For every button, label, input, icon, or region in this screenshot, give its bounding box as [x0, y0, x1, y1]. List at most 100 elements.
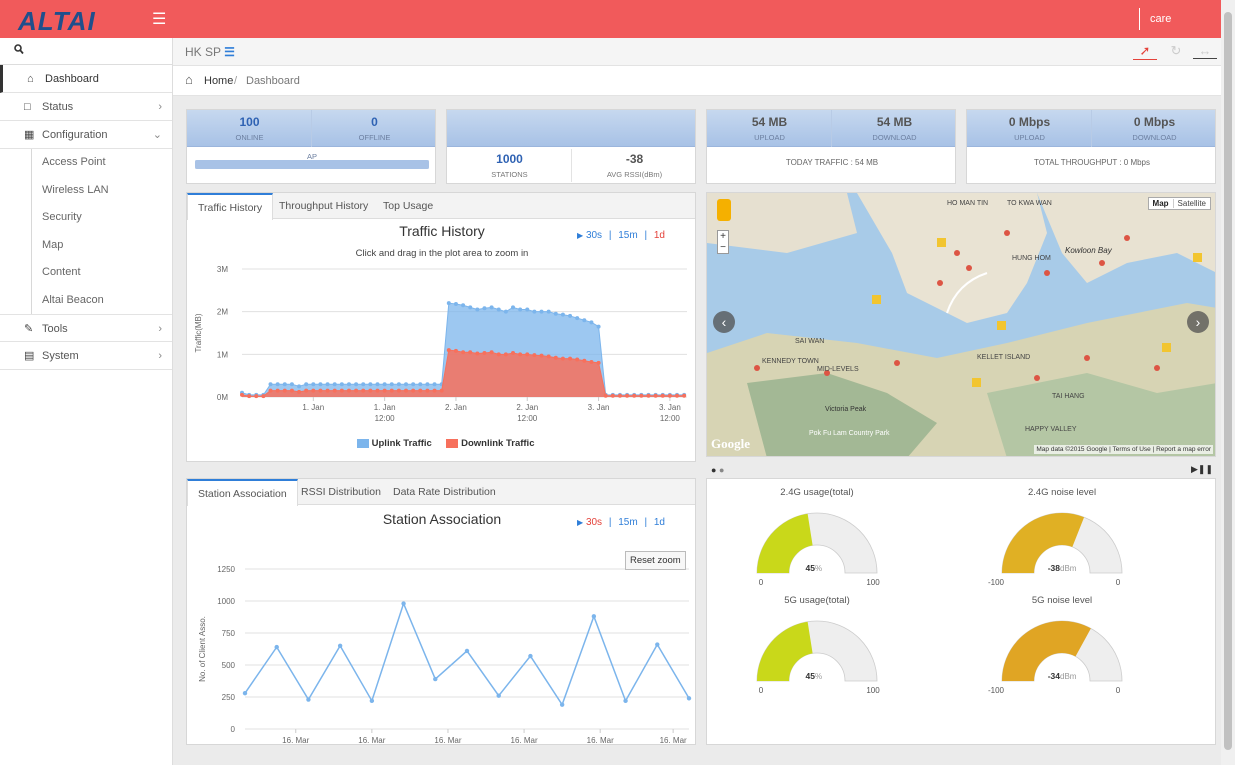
- data-point[interactable]: [369, 698, 375, 704]
- data-point[interactable]: [425, 388, 430, 393]
- range-15m[interactable]: 15m: [618, 230, 637, 241]
- data-point[interactable]: [582, 358, 587, 363]
- data-point[interactable]: [646, 393, 651, 398]
- sidebar-subitem-content[interactable]: Content: [0, 259, 172, 287]
- altai-logo[interactable]: ALTAI: [18, 6, 96, 37]
- sidebar-item-status[interactable]: □ Status ›: [0, 93, 172, 121]
- refresh-icon[interactable]: ↻: [1165, 43, 1187, 59]
- list-icon[interactable]: ☰: [224, 45, 235, 59]
- disconnect-icon[interactable]: ➚: [1133, 43, 1157, 60]
- legend-uplink[interactable]: Uplink Traffic: [372, 438, 432, 449]
- data-point[interactable]: [496, 352, 501, 357]
- data-point[interactable]: [475, 307, 480, 312]
- data-point[interactable]: [396, 388, 401, 393]
- hamburger-menu-icon[interactable]: ☰: [152, 9, 166, 29]
- sidebar-subitem-wireless-lan[interactable]: Wireless LAN: [0, 176, 172, 205]
- data-point[interactable]: [368, 382, 373, 387]
- data-point[interactable]: [528, 653, 533, 659]
- data-point[interactable]: [354, 388, 359, 393]
- data-point[interactable]: [632, 393, 637, 398]
- tab-rssi-distribution[interactable]: RSSI Distribution: [291, 479, 391, 505]
- data-point[interactable]: [404, 382, 409, 387]
- data-point[interactable]: [446, 301, 451, 306]
- data-point[interactable]: [346, 388, 351, 393]
- data-point[interactable]: [667, 393, 672, 398]
- range-1d[interactable]: 1d: [654, 517, 665, 528]
- data-point[interactable]: [418, 388, 423, 393]
- data-point[interactable]: [489, 305, 494, 310]
- data-point[interactable]: [439, 388, 444, 393]
- data-point[interactable]: [432, 382, 437, 387]
- tab-data-rate-distribution[interactable]: Data Rate Distribution: [383, 479, 506, 505]
- data-point[interactable]: [304, 388, 309, 393]
- data-point[interactable]: [361, 388, 366, 393]
- data-point[interactable]: [382, 382, 387, 387]
- data-point[interactable]: [510, 351, 515, 356]
- data-point[interactable]: [411, 382, 416, 387]
- data-point[interactable]: [589, 320, 594, 325]
- carousel-play-pause-icon[interactable]: ▶❚❚: [1191, 464, 1213, 475]
- data-point[interactable]: [525, 352, 530, 357]
- carousel-prev-button[interactable]: ‹: [713, 311, 735, 333]
- data-point[interactable]: [660, 393, 665, 398]
- data-point[interactable]: [446, 348, 451, 353]
- data-point[interactable]: [332, 382, 337, 387]
- tab-traffic-history[interactable]: Traffic History: [187, 193, 274, 220]
- data-point[interactable]: [489, 350, 494, 355]
- data-point[interactable]: [274, 644, 279, 650]
- data-point[interactable]: [575, 357, 580, 362]
- sidebar-item-system[interactable]: ▤ System ›: [0, 342, 172, 370]
- data-point[interactable]: [686, 696, 692, 701]
- carousel-dot-active[interactable]: ●: [711, 465, 716, 475]
- data-point[interactable]: [675, 393, 680, 398]
- data-point[interactable]: [261, 394, 266, 399]
- traffic-chart[interactable]: 0M 1M 2M 3M Traffic(MB) 1. Jan 1. Jan 12:00 2. J…: [187, 259, 695, 439]
- data-point[interactable]: [653, 393, 658, 398]
- data-point[interactable]: [625, 393, 630, 398]
- carousel-next-button[interactable]: ›: [1187, 311, 1209, 333]
- data-point[interactable]: [617, 393, 622, 398]
- carousel-dot[interactable]: ●: [719, 465, 724, 475]
- data-point[interactable]: [268, 388, 273, 393]
- data-point[interactable]: [282, 388, 287, 393]
- data-point[interactable]: [433, 676, 438, 682]
- range-1d[interactable]: 1d: [654, 230, 665, 241]
- data-point[interactable]: [559, 702, 565, 707]
- data-point[interactable]: [318, 388, 323, 393]
- data-point[interactable]: [539, 309, 544, 314]
- data-point[interactable]: [275, 388, 280, 393]
- data-point[interactable]: [389, 388, 394, 393]
- data-point[interactable]: [503, 352, 508, 357]
- data-point[interactable]: [468, 305, 473, 310]
- data-point[interactable]: [339, 382, 344, 387]
- data-point[interactable]: [304, 382, 309, 387]
- range-15m[interactable]: 15m: [618, 517, 637, 528]
- data-point[interactable]: [382, 388, 387, 393]
- range-30s[interactable]: 30s: [586, 517, 602, 528]
- data-point[interactable]: [553, 311, 558, 316]
- association-chart[interactable]: 0 250 500 750 1000 1250 No. of Client Asso. 16.…: [187, 533, 695, 745]
- data-point[interactable]: [560, 312, 565, 317]
- data-point[interactable]: [418, 382, 423, 387]
- data-point[interactable]: [297, 389, 302, 394]
- data-point[interactable]: [518, 307, 523, 312]
- data-point[interactable]: [575, 316, 580, 321]
- data-point[interactable]: [518, 352, 523, 357]
- data-point[interactable]: [275, 382, 280, 387]
- data-point[interactable]: [325, 388, 330, 393]
- data-point[interactable]: [242, 690, 248, 696]
- range-30s[interactable]: 30s: [586, 230, 602, 241]
- sidebar-subitem-map[interactable]: Map: [0, 231, 172, 260]
- data-point[interactable]: [425, 382, 430, 387]
- data-point[interactable]: [325, 382, 330, 387]
- data-point[interactable]: [525, 307, 530, 312]
- map-attribution[interactable]: Map data ©2015 Google | Terms of Use | R…: [1034, 445, 1213, 454]
- sidebar-subitem-altai-beacon[interactable]: Altai Beacon: [0, 286, 172, 315]
- data-point[interactable]: [453, 301, 458, 306]
- data-point[interactable]: [496, 693, 501, 698]
- data-point[interactable]: [375, 388, 380, 393]
- zoom-out-icon[interactable]: −: [718, 242, 728, 253]
- user-name[interactable]: care: [1150, 13, 1171, 25]
- tab-top-usage[interactable]: Top Usage: [373, 193, 443, 219]
- data-point[interactable]: [401, 601, 406, 606]
